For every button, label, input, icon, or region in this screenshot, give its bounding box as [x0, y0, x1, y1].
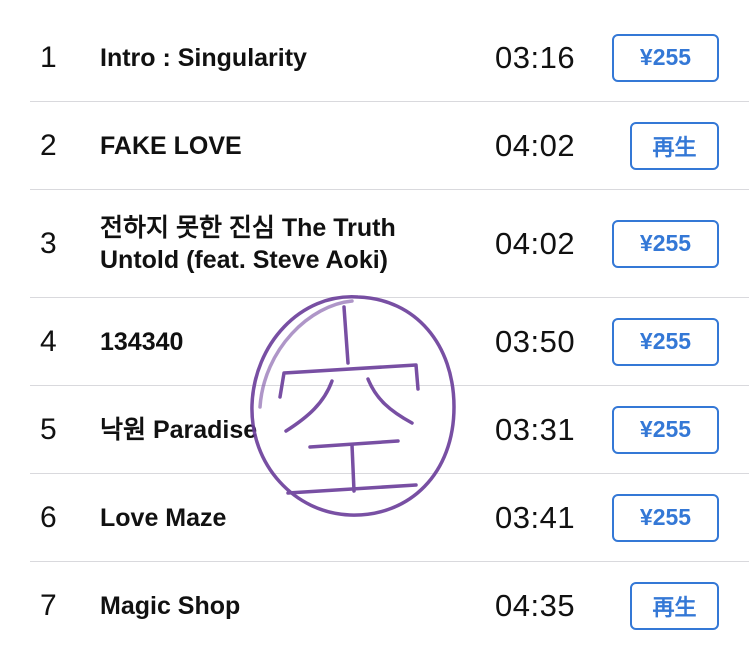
track-duration: 03:50	[495, 323, 576, 359]
track-duration: 04:02	[495, 127, 576, 163]
buy-price-button[interactable]: ¥255	[612, 493, 719, 542]
track-number: 3	[40, 226, 57, 260]
buy-price-button[interactable]: ¥255	[612, 219, 719, 268]
track-number: 1	[40, 40, 57, 74]
track-duration: 03:31	[495, 411, 576, 447]
track-title: Intro : Singularity	[100, 43, 307, 72]
track-row-2[interactable]: 2 FAKE LOVE 04:02 再生	[30, 102, 749, 190]
track-title: 134340	[100, 327, 184, 356]
track-number: 7	[40, 589, 57, 622]
track-duration: 03:41	[495, 499, 576, 535]
track-number: 6	[40, 500, 57, 534]
track-duration: 03:16	[495, 39, 576, 75]
track-number: 2	[40, 128, 57, 162]
track-row-6[interactable]: 6 Love Maze 03:41 ¥255	[30, 474, 749, 562]
buy-price-button[interactable]: ¥255	[612, 405, 719, 454]
track-row-5[interactable]: 5 낙원 Paradise 03:31 ¥255	[30, 386, 749, 474]
track-row-7[interactable]: 7 Magic Shop 04:35 再生	[30, 562, 749, 650]
track-number: 5	[40, 412, 57, 446]
buy-price-button[interactable]: ¥255	[612, 317, 719, 366]
track-title: FAKE LOVE	[100, 131, 242, 160]
track-row-4[interactable]: 4 134340 03:50 ¥255	[30, 298, 749, 386]
buy-price-button[interactable]: ¥255	[612, 33, 719, 82]
track-duration: 04:02	[495, 225, 576, 261]
track-title: 낙원 Paradise	[100, 415, 258, 444]
track-title: 전하지 못한 진심 The Truth Untold (feat. Steve …	[100, 213, 396, 274]
play-button[interactable]: 再生	[630, 121, 719, 170]
track-duration: 04:35	[495, 588, 576, 623]
play-button[interactable]: 再生	[630, 582, 719, 630]
track-row-1[interactable]: 1 Intro : Singularity 03:16 ¥255	[30, 14, 749, 102]
track-title: Magic Shop	[100, 592, 241, 620]
track-list: 1 Intro : Singularity 03:16 ¥255 2 FAKE …	[0, 14, 749, 650]
track-number: 4	[40, 324, 57, 358]
track-title: Love Maze	[100, 503, 227, 532]
track-row-3[interactable]: 3 전하지 못한 진심 The Truth Untold (feat. Stev…	[30, 190, 749, 298]
